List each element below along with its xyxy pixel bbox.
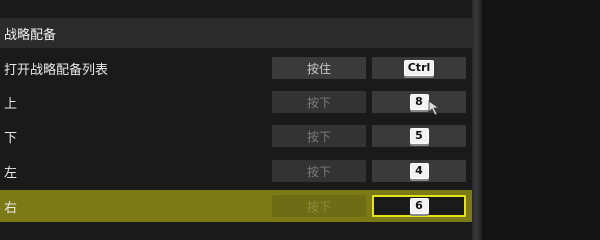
press-mode-button[interactable]: 按下	[272, 195, 366, 217]
key-button[interactable]: 4	[372, 160, 466, 182]
binding-label: 下	[4, 130, 18, 146]
press-mode-button[interactable]: 按下	[272, 160, 366, 182]
binding-row-down[interactable]: 下 按下 5	[0, 120, 472, 152]
binding-label: 左	[4, 165, 18, 181]
key-button-focused[interactable]: 6	[372, 195, 466, 217]
press-mode-button[interactable]: 按下	[272, 125, 366, 147]
pointer-cursor-icon	[428, 100, 441, 116]
binding-label: 右	[4, 200, 18, 216]
binding-row-left[interactable]: 左 按下 4	[0, 155, 472, 187]
binding-row-right[interactable]: 右 按下 6	[0, 190, 472, 222]
key-button[interactable]: Ctrl	[372, 57, 466, 79]
key-button[interactable]: 5	[372, 125, 466, 147]
key-button[interactable]: 8	[372, 91, 466, 113]
section-header: 战略配备	[0, 18, 472, 48]
binding-label: 打开战略配备列表	[4, 62, 109, 78]
press-mode-button[interactable]: 按住	[272, 57, 366, 79]
press-mode-button[interactable]: 按下	[272, 91, 366, 113]
binding-row-open-list[interactable]: 打开战略配备列表 按住 Ctrl	[0, 52, 472, 84]
keycap: 5	[409, 128, 429, 144]
keycap: 4	[409, 163, 429, 179]
keybinding-panel: 战略配备 打开战略配备列表 按住 Ctrl 上 按下 8 下 按下 5 左 按下…	[0, 0, 472, 240]
section-title: 战略配备	[4, 27, 57, 43]
binding-row-up[interactable]: 上 按下 8	[0, 86, 472, 118]
keycap: 8	[409, 94, 429, 110]
side-panel-background	[482, 0, 600, 240]
binding-label: 上	[4, 96, 18, 112]
keycap: 6	[409, 198, 429, 214]
keycap: Ctrl	[403, 60, 435, 76]
panel-divider	[472, 0, 482, 240]
